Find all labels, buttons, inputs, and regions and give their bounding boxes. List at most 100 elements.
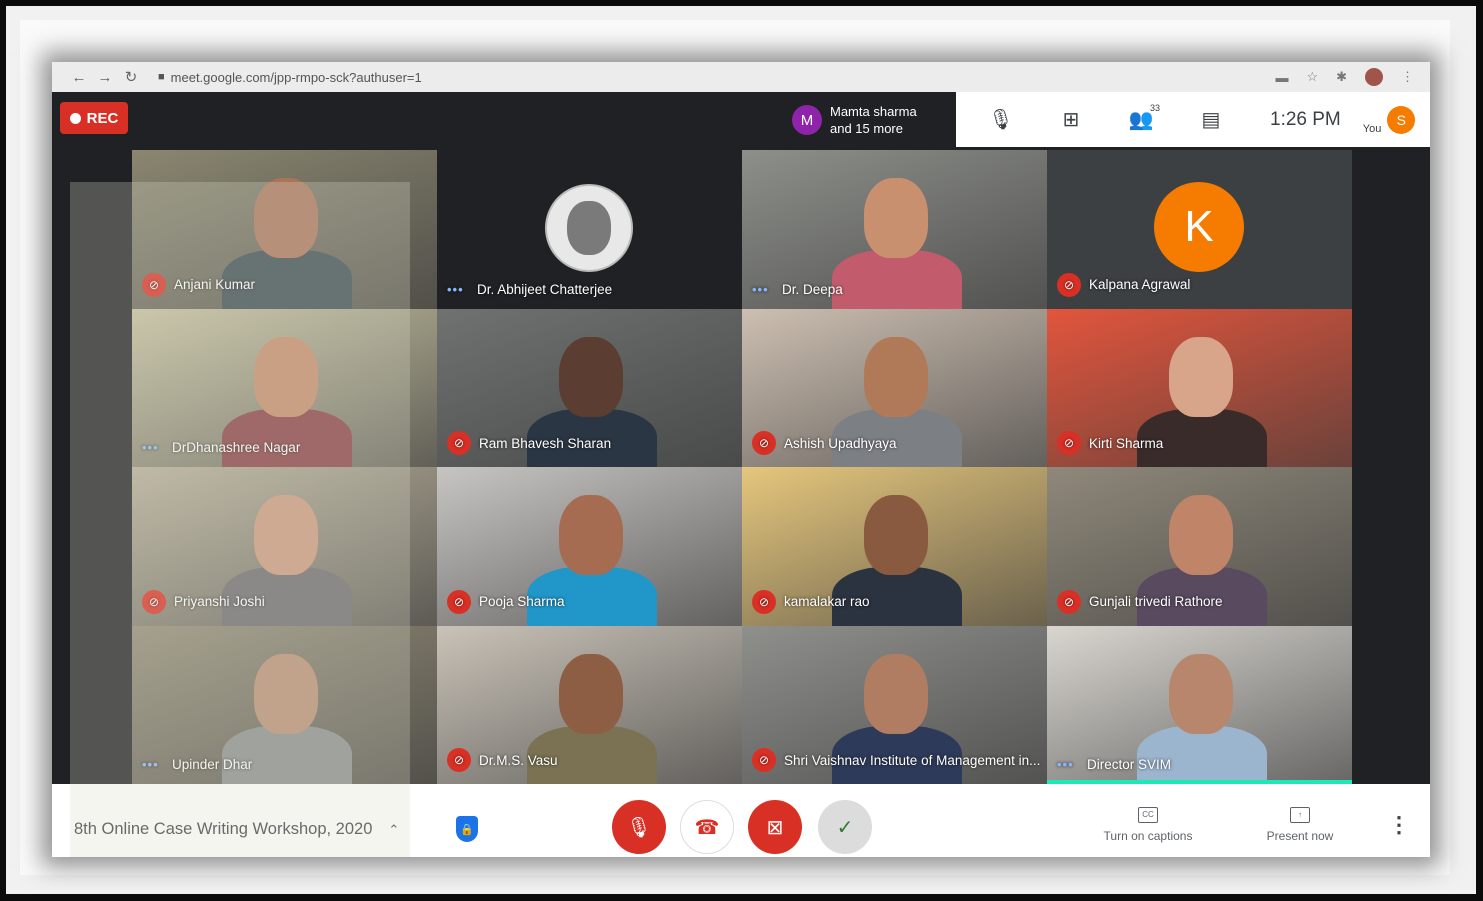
participant-name: Kirti Sharma <box>1089 435 1164 451</box>
portrait-face <box>567 201 611 255</box>
toggle-mic-button[interactable]: 🎙 <box>612 800 666 854</box>
captions-icon: CC <box>1138 807 1158 823</box>
participant-label: ••• Dr. Deepa <box>752 282 843 297</box>
participant-tile[interactable]: ••• Director SVIM <box>1047 625 1352 784</box>
participant-label: ⊘ Ashish Upadhyaya <box>752 431 897 455</box>
recording-badge: REC <box>60 102 128 134</box>
reload-icon[interactable]: ↻ <box>118 68 144 86</box>
participant-name: Ram Bhavesh Sharan <box>479 435 612 451</box>
mic-off-icon: 🎙 <box>626 816 652 839</box>
leave-call-button[interactable]: ☎ <box>680 800 734 854</box>
mic-muted-icon: ⊘ <box>1057 272 1081 297</box>
participant-avatar: K <box>1154 182 1244 272</box>
participant-tile[interactable]: K ⊘ Kalpana Agrawal <box>1047 150 1352 309</box>
present-label: Present now <box>1266 829 1334 843</box>
participant-face <box>559 336 623 417</box>
participant-profile-photo <box>545 184 633 272</box>
participant-name: kamalakar rao <box>784 594 870 609</box>
participant-name: Dr. Abhijeet Chatterjee <box>477 281 613 297</box>
audio-level-icon: ••• <box>447 281 464 297</box>
participant-face <box>559 495 623 575</box>
mic-muted-icon: ⊘ <box>447 589 471 614</box>
participant-face <box>864 178 928 258</box>
participant-tile[interactable]: ⊘ kamalakar rao <box>742 467 1047 626</box>
participant-name: Dr. Deepa <box>782 281 843 297</box>
participant-name: Gunjali trivedi Rathore <box>1089 594 1223 609</box>
participant-label: ••• Dr. Abhijeet Chatterjee <box>447 282 612 297</box>
participant-label: ⊘ Pooja Sharma <box>447 589 565 614</box>
audio-level-icon: ••• <box>1057 757 1074 772</box>
present-icon: ↑ <box>1290 807 1310 823</box>
participant-face <box>864 336 928 417</box>
meet-window: ← → ↻ ■ meet.google.com/jpp-rmpo-sck?aut… <box>52 62 1430 857</box>
browser-profile-avatar[interactable] <box>1365 68 1383 86</box>
mic-muted-icon: ⊘ <box>752 748 776 772</box>
you-label: You <box>1362 122 1382 135</box>
participant-tile[interactable]: ••• Dr. Abhijeet Chatterjee <box>437 150 742 309</box>
mic-muted-icon: ⊘ <box>752 431 776 455</box>
meet-top-bar: REC M Mamta sharma and 15 more 🎙 ⊞ 👥 33 ▤… <box>52 92 1430 147</box>
participant-tile[interactable]: ⊘ Shri Vaishnav Institute of Management i… <box>742 625 1047 784</box>
mic-muted-icon: ⊘ <box>752 589 776 614</box>
browser-menu-icon[interactable]: ⋮ <box>1401 69 1414 85</box>
chat-icon[interactable]: ▤ <box>1194 107 1228 132</box>
participant-face <box>864 653 928 734</box>
mic-muted-icon: ⊘ <box>447 748 471 772</box>
camera-indicator-icon[interactable]: ▬ <box>1275 70 1288 85</box>
participant-face <box>1169 336 1233 417</box>
browser-url-bar: ← → ↻ ■ meet.google.com/jpp-rmpo-sck?aut… <box>52 62 1430 92</box>
participant-label: ⊘ Kirti Sharma <box>1057 431 1163 455</box>
participant-label: ⊘ Shri Vaishnav Institute of Management i… <box>752 748 1040 772</box>
participant-tile[interactable]: ⊘ Ashish Upadhyaya <box>742 308 1047 467</box>
participant-name: Pooja Sharma <box>479 594 565 609</box>
participant-label: ⊘ kamalakar rao <box>752 589 870 614</box>
rec-label: REC <box>86 109 119 127</box>
participant-tile[interactable]: ••• Dr. Deepa <box>742 150 1047 309</box>
participant-face <box>1169 653 1233 734</box>
bookmark-star-icon[interactable]: ☆ <box>1306 69 1318 85</box>
participant-tile[interactable]: ⊘ Gunjali trivedi Rathore <box>1047 467 1352 626</box>
participant-name: Ashish Upadhyaya <box>784 435 897 451</box>
extensions-icon[interactable]: ✱ <box>1336 69 1347 85</box>
presence-name: Mamta sharma <box>830 104 917 119</box>
more-options-icon[interactable]: ⋮ <box>1388 812 1410 838</box>
clock: 1:26 PM <box>1270 108 1341 130</box>
participant-body <box>1137 725 1267 784</box>
hand-check-button[interactable]: ✓ <box>818 800 872 854</box>
lock-icon: ■ <box>158 71 165 83</box>
self-avatar[interactable]: S <box>1387 105 1416 134</box>
participant-face <box>864 495 928 575</box>
mic-off-icon[interactable]: 🎙 <box>984 107 1018 132</box>
participant-tile[interactable]: ⊘ Kirti Sharma <box>1047 308 1352 467</box>
participant-name: Shri Vaishnav Institute of Management in… <box>784 752 1041 768</box>
attendance-overlay <box>70 182 410 857</box>
participant-body <box>832 250 962 309</box>
record-dot-icon <box>69 112 81 124</box>
mic-muted-icon: ⊘ <box>447 431 471 455</box>
back-icon[interactable]: ← <box>66 69 92 86</box>
participant-label: ⊘ Gunjali trivedi Rathore <box>1057 589 1223 614</box>
people-icon[interactable]: 👥 33 <box>1124 103 1160 132</box>
presence-notification[interactable]: M Mamta sharma and 15 more <box>792 97 954 143</box>
hang-up-icon: ☎ <box>694 816 720 839</box>
tile-layout-icon[interactable]: ⊞ <box>1054 107 1088 132</box>
participant-tile[interactable]: ⊘ Ram Bhavesh Sharan <box>437 308 742 467</box>
captions-button[interactable]: CC Turn on captions <box>1098 806 1198 843</box>
participant-name: Dr.M.S. Vasu <box>479 752 558 768</box>
url-text[interactable]: meet.google.com/jpp-rmpo-sck?authuser=1 <box>171 70 422 85</box>
present-button[interactable]: ↑ Present now <box>1250 806 1350 843</box>
participant-face <box>559 653 623 734</box>
toggle-camera-button[interactable]: ⊠ <box>748 800 802 854</box>
presence-avatar: M <box>792 105 822 135</box>
check-icon: ✓ <box>836 816 854 839</box>
participant-label: ⊘ Dr.M.S. Vasu <box>447 748 558 772</box>
participant-label: ••• Director SVIM <box>1057 757 1171 772</box>
mic-muted-icon: ⊘ <box>1057 431 1081 455</box>
security-shield-icon[interactable]: 🔒 <box>456 816 478 842</box>
presence-more: and 15 more <box>830 121 903 136</box>
captions-label: Turn on captions <box>1103 829 1193 843</box>
participant-tile[interactable]: ⊘ Pooja Sharma <box>437 467 742 626</box>
forward-icon[interactable]: → <box>92 69 118 86</box>
participant-tile[interactable]: ⊘ Dr.M.S. Vasu <box>437 625 742 784</box>
mic-muted-icon: ⊘ <box>1057 589 1081 614</box>
